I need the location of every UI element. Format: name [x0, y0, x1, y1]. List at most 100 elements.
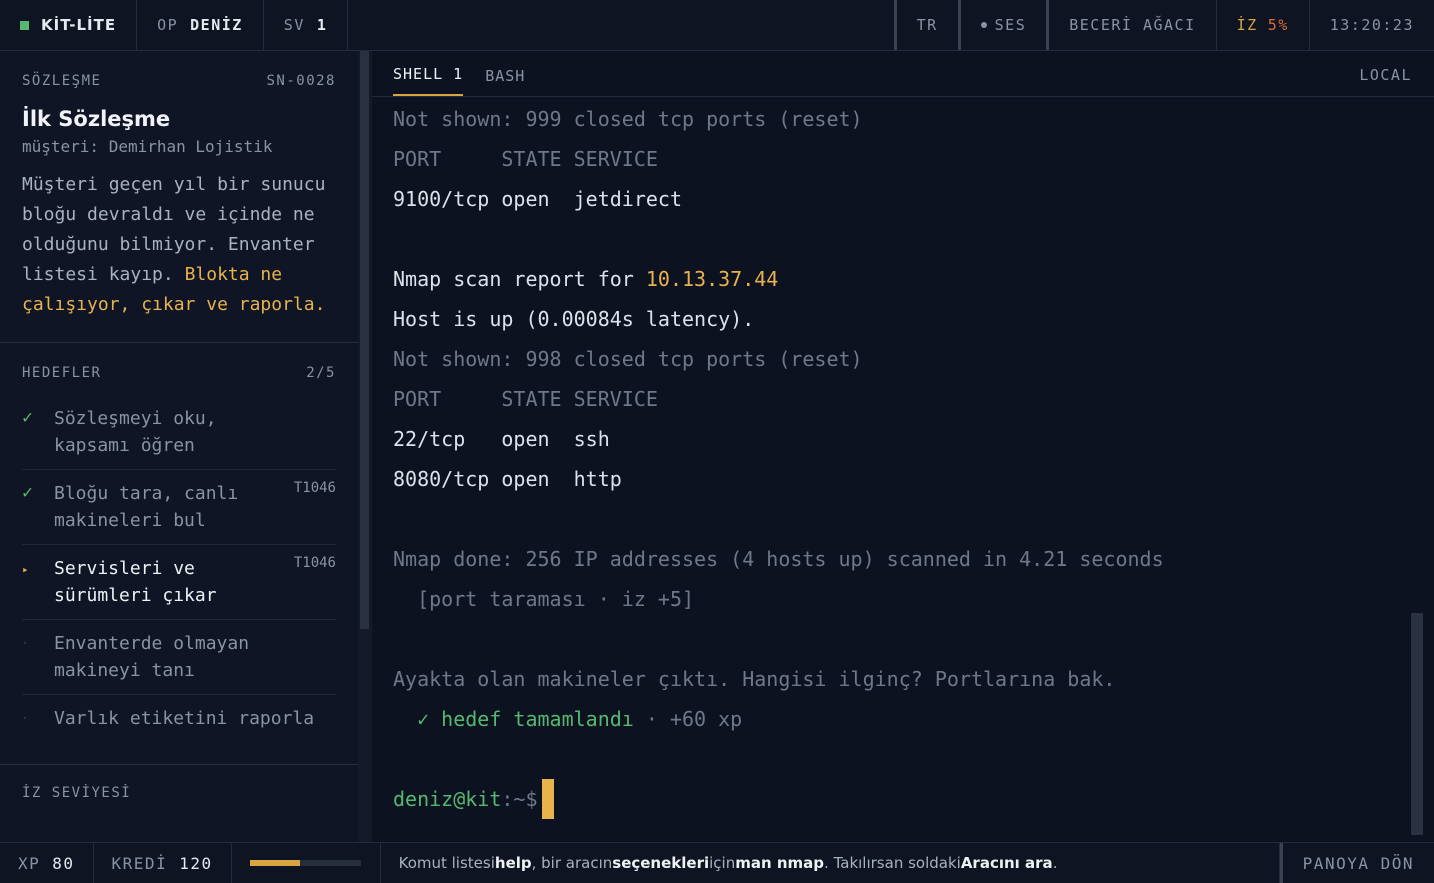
local-indicator: LOCAL [1359, 66, 1412, 84]
technique-tag: T1046 [293, 555, 336, 571]
goal-text: Bloğu tara, canlı makineleri bul [54, 483, 239, 531]
bottom-bar: XP 80 KREDİ 120 Komut listesi help, bir … [0, 842, 1434, 883]
contract-header: SÖZLEŞME SN-0028 [22, 73, 336, 89]
progress-fill [249, 860, 300, 866]
status-square-icon [20, 20, 29, 30]
hint-part: için [709, 854, 736, 872]
hint-command: man nmap [735, 854, 825, 872]
goals-header: HEDEFLER 2/5 [22, 365, 336, 381]
goal-item[interactable]: ✓ Sözleşmeyi oku, kapsamı öğren [22, 395, 336, 470]
output-text: Nmap scan report for [393, 267, 646, 291]
progress-bar [249, 860, 361, 866]
terminal-output: Not shown: 999 closed tcp ports (reset) … [372, 99, 1434, 819]
brand: KİT-LİTE [0, 0, 138, 50]
trace-section-header: İZ SEVİYESİ [22, 785, 336, 801]
xp-value: 80 [52, 853, 75, 873]
level-label: SV [283, 16, 305, 34]
technique-tag: T1046 [293, 480, 336, 496]
tab-bash[interactable]: BASH [485, 67, 525, 96]
command-prompt[interactable]: deniz@kit:~$ [393, 779, 1434, 819]
output-line: Not shown: 998 closed tcp ports (reset) [393, 347, 863, 371]
terminal-panel[interactable]: SHELL 1 BASH LOCAL Not shown: 999 closed… [372, 51, 1434, 842]
hint-part: . Takılırsan soldaki [824, 854, 961, 872]
skill-tree-label: BECERİ AĞACI [1069, 16, 1196, 34]
output-line: ✓ hedef tamamlandı · +60 xp [393, 699, 1434, 739]
output-line: Host is up (0.00084s latency). [393, 307, 755, 331]
goal-text: Sözleşmeyi oku, kapsamı öğren [54, 408, 217, 456]
trace-value: 5% [1267, 16, 1289, 34]
output-line: Not shown: 999 closed tcp ports (reset) [393, 107, 863, 131]
goals-label: HEDEFLER [22, 365, 102, 381]
level: SV 1 [264, 0, 349, 50]
tab-shell-1[interactable]: SHELL 1 [393, 65, 464, 96]
credit-counter: KREDİ 120 [94, 843, 232, 883]
terminal-tabs: SHELL 1 BASH LOCAL [372, 51, 1434, 97]
goals-section: HEDEFLER 2/5 ✓ Sözleşmeyi oku, kapsamı ö… [0, 343, 358, 750]
output-line: Nmap scan report for 10.13.37.44 [393, 259, 1434, 299]
hint-command: help [494, 854, 532, 872]
output-blank [393, 219, 1434, 259]
goals-count: 2/5 [306, 365, 336, 381]
output-blank [393, 619, 1434, 659]
output-line: PORT STATE SERVICE [393, 387, 658, 411]
credit-value: 120 [179, 853, 213, 873]
clock: 13:20:23 [1308, 0, 1434, 50]
sound-label: SES [994, 16, 1027, 34]
hint-part: , bir aracın [531, 854, 613, 872]
goal-text: Varlık etiketini raporla [54, 708, 315, 729]
output-line: 8080/tcp open http [393, 467, 622, 491]
back-to-dashboard-button[interactable]: PANOYA DÖN [1279, 843, 1434, 883]
contract-description: Müşteri geçen yıl bir sunucu bloğu devra… [22, 170, 336, 320]
output-blank [393, 499, 1434, 539]
sound-toggle[interactable]: SES [957, 0, 1047, 50]
left-scrollbar-thumb[interactable] [360, 51, 369, 629]
prompt-path: :~$ [501, 787, 538, 811]
language-button[interactable]: TR [893, 0, 958, 50]
output-line: 22/tcp open ssh [393, 427, 610, 451]
level-progress [232, 843, 381, 883]
goal-item[interactable]: · Varlık etiketini raporla [22, 695, 336, 742]
level-value: 1 [316, 16, 328, 34]
dot-icon: · [22, 713, 29, 724]
operator-label: OP [157, 16, 179, 34]
sound-dot-icon [980, 22, 987, 28]
dot-icon: · [22, 638, 29, 649]
clock-time: 13:20:23 [1329, 16, 1414, 34]
xp-gain-text: · +60 xp [633, 707, 743, 731]
goal-item-active[interactable]: ▸ Servisleri ve sürümleri çıkar T1046 [22, 545, 336, 620]
back-label: PANOYA DÖN [1302, 853, 1414, 873]
trace-section-label: İZ SEVİYESİ [22, 785, 132, 801]
left-scrollbar[interactable] [358, 51, 372, 842]
check-icon: ✓ [22, 482, 33, 503]
output-line: PORT STATE SERVICE [393, 147, 658, 171]
top-bar: KİT-LİTE OP DENİZ SV 1 TR SES BECERİ AĞA… [0, 0, 1434, 51]
contract-id: SN-0028 [266, 73, 336, 89]
contract-label: SÖZLEŞME [22, 73, 102, 89]
output-line: [port taraması · iz +5] [393, 587, 695, 611]
goal-text: Servisleri ve sürümleri çıkar [54, 558, 217, 606]
goal-text: Envanterde olmayan makineyi tanı [54, 633, 250, 681]
output-line: 9100/tcp open jetdirect [393, 187, 682, 211]
hint-keyword: Aracını ara [960, 854, 1053, 872]
trace-indicator: İZ 5% [1215, 0, 1309, 50]
xp-counter: XP 80 [0, 843, 94, 883]
contract-title: İlk Sözleşme [22, 107, 171, 131]
hint-text: Komut listesi help, bir aracın seçenekle… [381, 843, 1280, 883]
credit-label: KREDİ [111, 853, 168, 873]
goal-complete-text: ✓ hedef tamamlandı [393, 707, 634, 731]
contract-client: müşteri: Demirhan Lojistik [22, 137, 273, 156]
hint-keyword: seçenekleri [612, 854, 710, 872]
ip-address: 10.13.37.44 [645, 267, 779, 291]
prompt-user: deniz@kit [393, 787, 502, 811]
skill-tree-button[interactable]: BECERİ AĞACI [1046, 0, 1215, 50]
xp-label: XP [18, 853, 41, 873]
output-blank [393, 739, 1434, 779]
text-cursor [541, 779, 554, 819]
operator-name: DENİZ [190, 16, 243, 34]
arrow-right-icon: ▸ [22, 563, 29, 576]
terminal-scrollbar-thumb[interactable] [1411, 613, 1423, 835]
goal-item[interactable]: ✓ Bloğu tara, canlı makineleri bul T1046 [22, 470, 336, 545]
trace-section: İZ SEVİYESİ [0, 765, 358, 801]
goal-item[interactable]: · Envanterde olmayan makineyi tanı [22, 620, 336, 695]
